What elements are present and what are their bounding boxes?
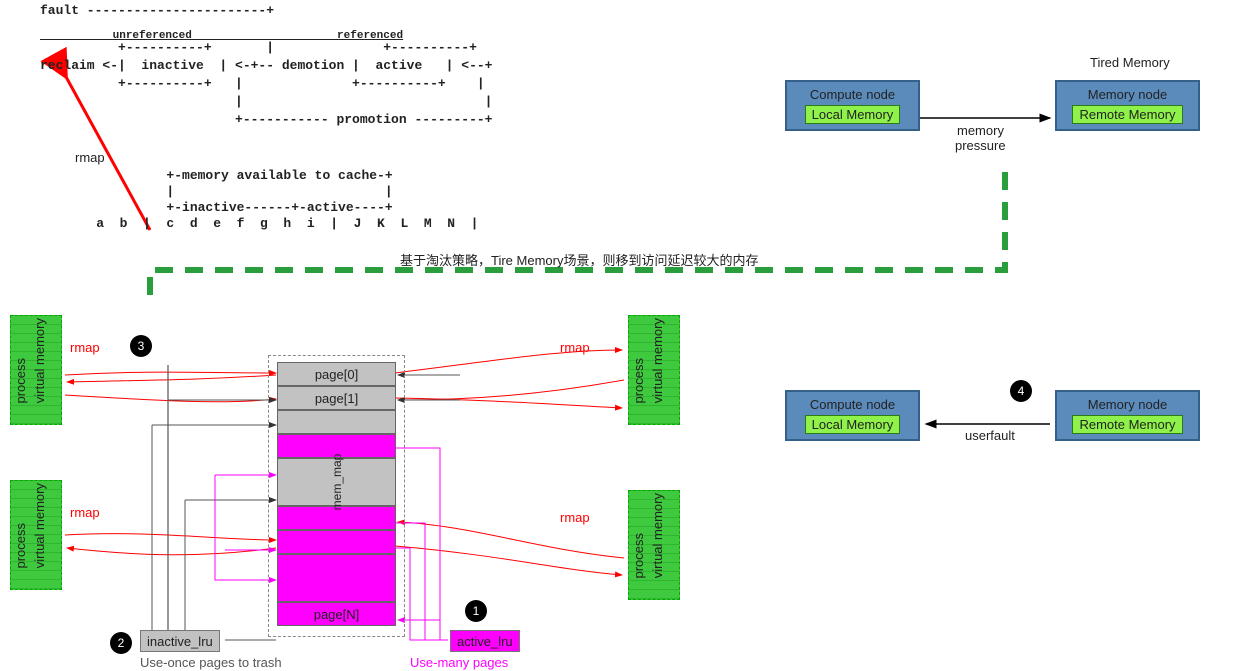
remote-memory-label-b: Remote Memory [1072, 415, 1182, 434]
rmap2: rmap [70, 505, 100, 520]
page-0: page[0] [277, 362, 396, 386]
ascii-unref: unreferenced referenced [40, 30, 403, 42]
rmap4: rmap [560, 510, 590, 525]
badge-1: 1 [465, 600, 487, 622]
virtual-memory-label: virtual memory [32, 318, 47, 403]
chinese-caption: 基于淘汰策略，Tire Memory场景，则移到访问延迟较大的内存 [400, 250, 758, 269]
memory-pressure-1: memory [957, 123, 1004, 138]
local-memory-label-b: Local Memory [805, 415, 901, 434]
rmap3: rmap [560, 340, 590, 355]
badge-3: 3 [130, 335, 152, 357]
compute-node-top: Compute node Local Memory [785, 80, 920, 131]
process-label: process [13, 358, 28, 404]
memory-node-bottom: Memory node Remote Memory [1055, 390, 1200, 441]
page-7 [277, 554, 396, 602]
badge-2: 2 [110, 632, 132, 654]
ascii-c4: a b | c d e f g h i | J K L M N | [65, 216, 478, 231]
ascii-fault: fault -----------------------+ [40, 3, 274, 18]
active-lru: active_lru [450, 630, 520, 652]
local-memory-label: Local Memory [805, 105, 901, 124]
page-6 [277, 530, 396, 554]
page-n: page[N] [277, 602, 396, 626]
process-a: process virtual memory [10, 315, 62, 425]
ascii-c1: +-memory available to cache-+ [65, 168, 393, 183]
page-4: mem_map [277, 458, 396, 506]
process-d: process virtual memory [628, 490, 680, 600]
badge-4: 4 [1010, 380, 1032, 402]
ascii-l5: | | [40, 94, 492, 109]
virtual-memory-label-d: virtual memory [650, 493, 665, 578]
rmap-label-top: rmap [75, 150, 105, 165]
compute-node-bottom: Compute node Local Memory [785, 390, 920, 441]
process-label-d: process [631, 533, 646, 579]
memory-node-label-b: Memory node [1057, 397, 1198, 412]
process-label-c: process [631, 358, 646, 404]
inactive-lru: inactive_lru [140, 630, 220, 652]
process-b: process virtual memory [10, 480, 62, 590]
memory-node-top: Memory node Remote Memory [1055, 80, 1200, 131]
mem-map-label: mem_map [313, 454, 361, 511]
ascii-l2: +----------+ | +----------+ [40, 40, 477, 55]
page-2 [277, 410, 396, 434]
userfault-label: userfault [965, 428, 1015, 443]
ascii-l4: +----------+ | +----------+ | [40, 76, 485, 91]
remote-memory-label: Remote Memory [1072, 105, 1182, 124]
ascii-c2: | | [65, 184, 393, 199]
use-once-caption: Use-once pages to trash [140, 655, 282, 670]
tired-memory-title: Tired Memory [1090, 55, 1170, 70]
ascii-c3: +-inactive------+-active----+ [65, 200, 393, 215]
mem-map-column: page[0] page[1] mem_map page[N] [268, 355, 405, 637]
memory-pressure-2: pressure [955, 138, 1006, 153]
virtual-memory-label-c: virtual memory [650, 318, 665, 403]
memory-node-label: Memory node [1057, 87, 1198, 102]
compute-node-label: Compute node [787, 87, 918, 102]
rmap1: rmap [70, 340, 100, 355]
process-c: process virtual memory [628, 315, 680, 425]
use-many-caption: Use-many pages [410, 655, 508, 670]
compute-node-label-b: Compute node [787, 397, 918, 412]
ascii-l3: reclaim <-| inactive | <-+-- demotion | … [40, 58, 492, 73]
process-label-b: process [13, 523, 28, 569]
page-1: page[1] [277, 386, 396, 410]
ascii-l6: +----------- promotion ---------+ [40, 112, 492, 127]
virtual-memory-label-b: virtual memory [32, 483, 47, 568]
